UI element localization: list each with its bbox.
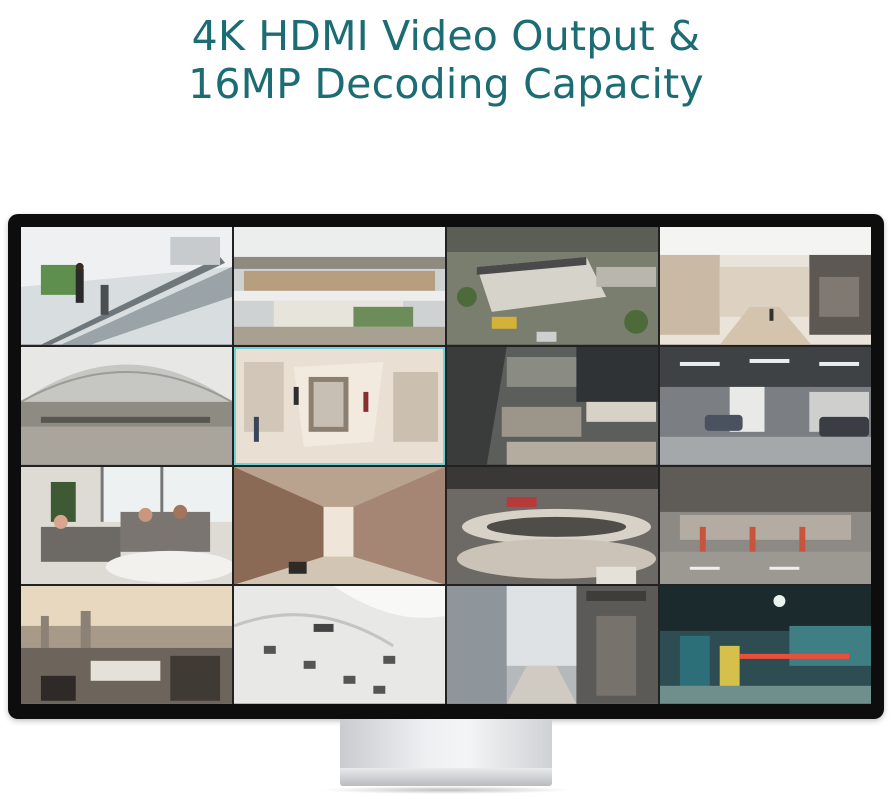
feed-mall-atrium[interactable] bbox=[234, 227, 445, 345]
feed-glass-dome-mall[interactable] bbox=[21, 346, 232, 465]
feed-arcade-corridor[interactable] bbox=[234, 466, 445, 585]
headline-line-1: 4K HDMI Video Output & bbox=[191, 12, 701, 60]
feed-rooftop-plaza[interactable] bbox=[447, 227, 658, 345]
feed-underground-parking[interactable] bbox=[660, 466, 871, 585]
feed-mall-overhead[interactable] bbox=[447, 346, 658, 465]
camera-grid bbox=[21, 227, 871, 704]
monitor-stand-neck bbox=[340, 719, 552, 771]
monitor-stand-base bbox=[340, 768, 552, 786]
monitor-stand-shadow bbox=[320, 786, 572, 794]
headline-line-2: 16MP Decoding Capacity bbox=[188, 60, 704, 108]
feed-store-aisle[interactable] bbox=[234, 346, 445, 465]
feed-escalator[interactable] bbox=[21, 227, 232, 345]
feed-white-atrium[interactable] bbox=[234, 586, 445, 704]
feed-shopping-street[interactable] bbox=[660, 227, 871, 345]
feed-parking-garage[interactable] bbox=[660, 346, 871, 465]
feed-office-lounge[interactable] bbox=[21, 466, 232, 585]
feed-balcony-skyline[interactable] bbox=[21, 586, 232, 704]
feed-parking-gate[interactable] bbox=[660, 586, 871, 704]
feed-mall-levels[interactable] bbox=[447, 466, 658, 585]
monitor-screen bbox=[8, 214, 884, 719]
headline: 4K HDMI Video Output & 16MP Decoding Cap… bbox=[0, 12, 892, 108]
feed-city-street[interactable] bbox=[447, 586, 658, 704]
